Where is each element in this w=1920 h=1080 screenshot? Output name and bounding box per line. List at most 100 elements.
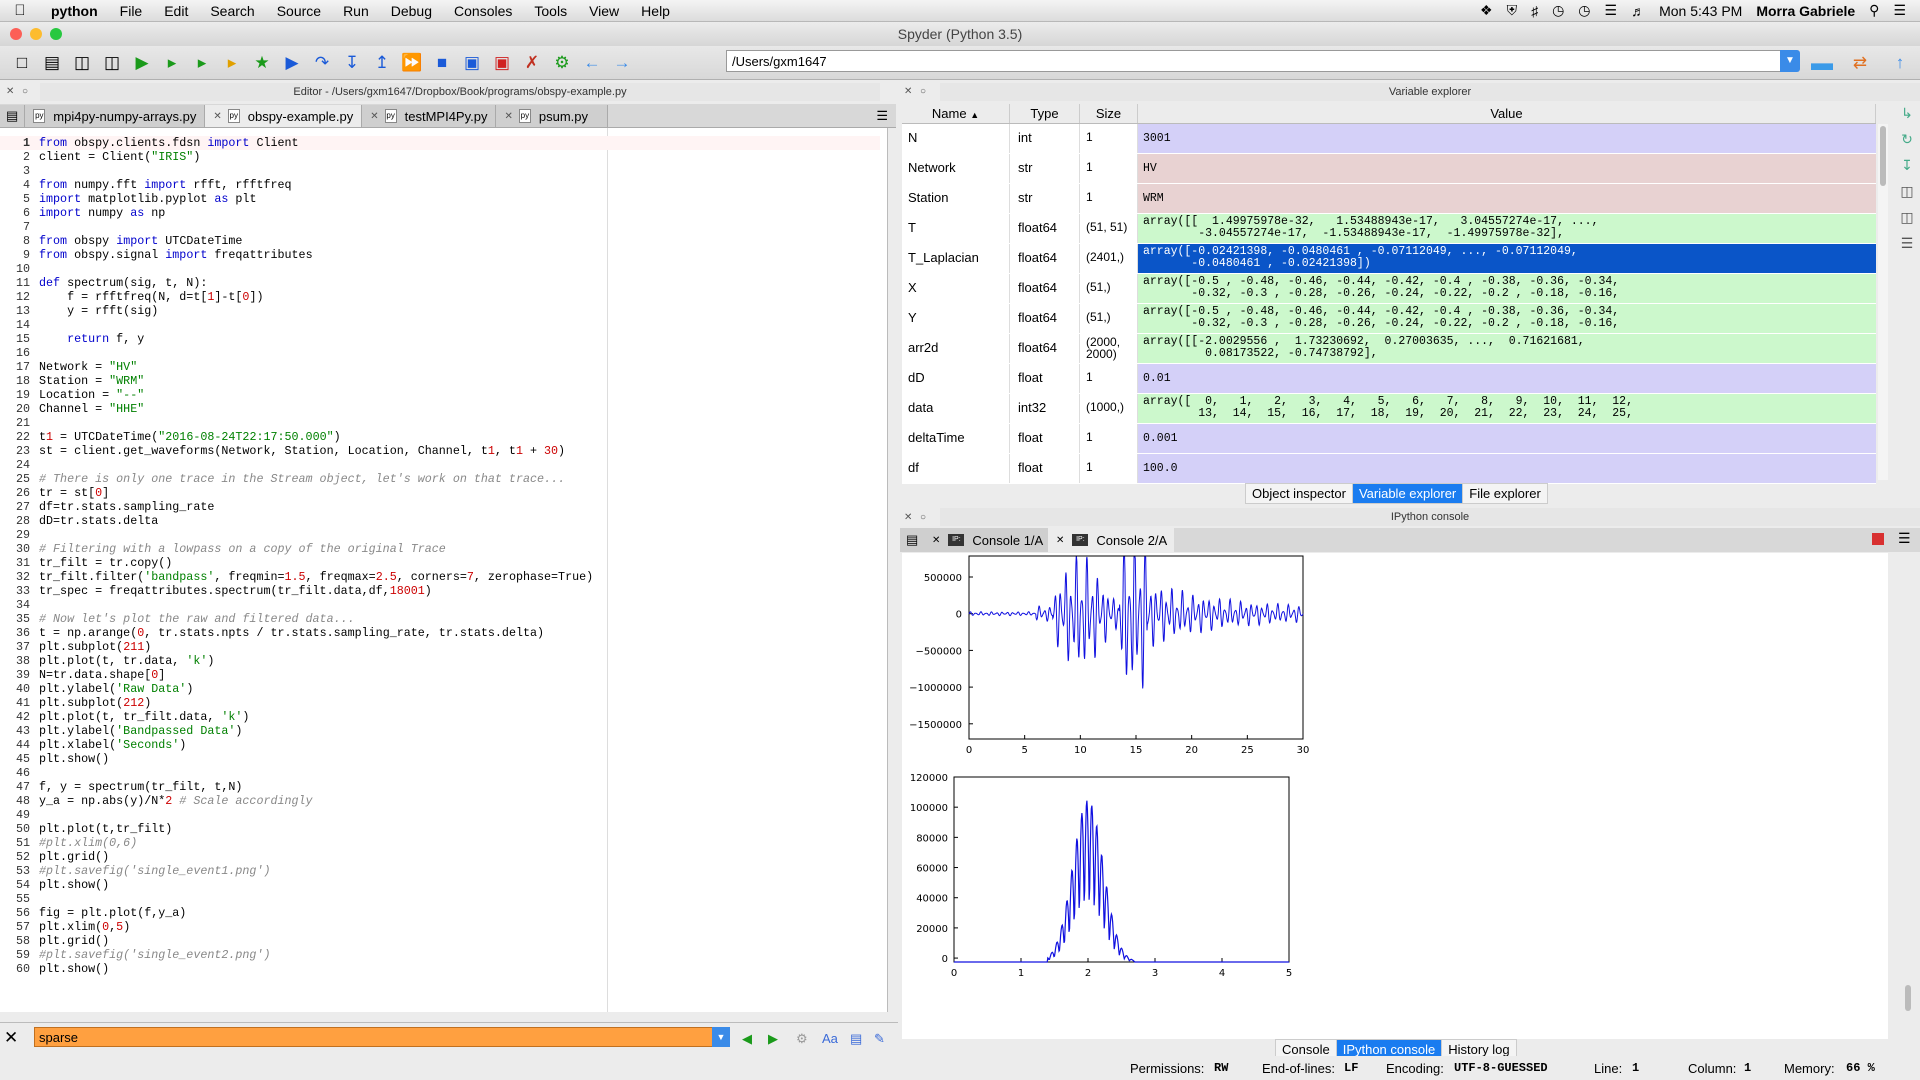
code-line[interactable]: 26 tr = st[0]: [0, 486, 109, 500]
code-line[interactable]: 53 #plt.savefig('single_event1.png'): [0, 864, 271, 878]
col-name[interactable]: Name ▲: [902, 104, 1010, 123]
tab-console-2[interactable]: ✕ IP: Console 2/A: [1048, 528, 1177, 552]
code-line[interactable]: 39 N=tr.data.shape[0]: [0, 668, 165, 682]
code-line[interactable]: 3: [0, 164, 39, 178]
tab-object-inspector[interactable]: Object inspector: [1245, 483, 1353, 504]
code-line[interactable]: 38 plt.plot(t, tr.data, 'k'): [0, 654, 214, 668]
step-icon[interactable]: ↷: [308, 50, 336, 76]
tab-variable-explorer[interactable]: Variable explorer: [1351, 483, 1464, 504]
stop-kernel-icon[interactable]: [1872, 533, 1884, 545]
run-cell-advance-icon[interactable]: ▸: [218, 50, 246, 76]
variable-row[interactable]: deltaTime float 1 0.001: [902, 424, 1876, 454]
menu-help[interactable]: Help: [630, 3, 681, 19]
run-file-icon[interactable]: ▸: [158, 50, 186, 76]
spotlight-icon[interactable]: ⚲: [1869, 2, 1879, 19]
variable-row[interactable]: Yfloat64 (51,) array([-0.5 , -0.48, -0.46,…: [902, 304, 1876, 334]
regex-icon[interactable]: ⚙: [796, 1031, 808, 1047]
import-data-icon[interactable]: ↳: [1894, 100, 1920, 126]
variable-row[interactable]: Network str 1 HV: [902, 154, 1876, 184]
code-line[interactable]: 31 tr_filt = tr.copy(): [0, 556, 172, 570]
code-line[interactable]: 29: [0, 528, 39, 542]
minimize-window-button[interactable]: [30, 28, 42, 40]
code-line[interactable]: 55: [0, 892, 39, 906]
variable-row[interactable]: Nint 1 3001: [902, 124, 1876, 154]
close-tab-icon[interactable]: ✕: [213, 111, 221, 122]
whole-word-icon[interactable]: ▤: [850, 1031, 862, 1047]
code-line[interactable]: 50 plt.plot(t,tr_filt): [0, 822, 172, 836]
close-varexp-icon[interactable]: ✕: [904, 86, 912, 97]
code-line[interactable]: 25 # There is only one trace in the Stre…: [0, 472, 565, 486]
code-line[interactable]: 33 tr_spec = freqattributes.spectrum(tr_…: [0, 584, 432, 598]
col-value[interactable]: Value: [1138, 104, 1876, 123]
variable-row[interactable]: data int32 (1000,) array([ 0, 1, 2, 3, 4, 5…: [902, 394, 1876, 424]
code-line[interactable]: 16: [0, 346, 39, 360]
back-icon[interactable]: ←: [578, 50, 606, 76]
maximize-pane-icon[interactable]: ▣: [458, 50, 486, 76]
code-line[interactable]: 12 f = rfftfreq(N, d=t[1]-t[0]): [0, 290, 264, 304]
menu-edit[interactable]: Edit: [153, 3, 199, 19]
browse-consoles-icon[interactable]: ▤: [900, 528, 926, 552]
find-next-icon[interactable]: ▶: [768, 1031, 778, 1047]
refresh-icon[interactable]: ↻: [1894, 126, 1920, 152]
preferences-icon[interactable]: ✗: [518, 50, 546, 76]
working-directory-input[interactable]: /Users/gxm1647: [726, 50, 1784, 72]
code-line[interactable]: 15 return f, y: [0, 332, 144, 346]
code-line[interactable]: 48 y_a = np.abs(y)/N*2 # Scale according…: [0, 794, 313, 808]
code-line[interactable]: 44 plt.xlabel('Seconds'): [0, 738, 186, 752]
close-console-icon[interactable]: ✕: [904, 512, 912, 523]
parent-dir-icon[interactable]: ↑: [1886, 50, 1914, 76]
code-line[interactable]: 7: [0, 220, 39, 234]
code-line[interactable]: 52 plt.grid(): [0, 850, 109, 864]
code-line[interactable]: 24: [0, 458, 39, 472]
dropbox-icon[interactable]: ❖: [1480, 2, 1493, 19]
menu-run[interactable]: Run: [332, 3, 380, 19]
forward-icon[interactable]: →: [608, 50, 636, 76]
code-line[interactable]: 59 #plt.savefig('single_event2.png'): [0, 948, 271, 962]
close-window-button[interactable]: [10, 28, 22, 40]
new-file-icon[interactable]: □: [8, 50, 36, 76]
code-line[interactable]: 28 dD=tr.stats.delta: [0, 514, 158, 528]
console-scrollbar[interactable]: [1905, 985, 1911, 1011]
highlight-icon[interactable]: ✎: [874, 1031, 885, 1047]
options-icon[interactable]: ☰: [1894, 230, 1920, 256]
code-line[interactable]: 46: [0, 766, 39, 780]
code-line[interactable]: 17 Network = "HV": [0, 360, 137, 374]
editor-options-icon[interactable]: ☰: [868, 105, 896, 127]
variable-row[interactable]: T_Laplacian float64 (2401,) array([-0.02421…: [902, 244, 1876, 274]
code-line[interactable]: 27 df=tr.stats.sampling_rate: [0, 500, 214, 514]
scroll-thumb[interactable]: [1880, 126, 1886, 186]
volume-icon[interactable]: ♬: [1631, 3, 1645, 19]
variable-row[interactable]: Xfloat64 (51,) array([-0.5 , -0.48, -0.46,…: [902, 274, 1876, 304]
code-line[interactable]: 19 Location = "--": [0, 388, 144, 402]
find-input[interactable]: sparse ▼: [34, 1027, 730, 1047]
close-tab-icon[interactable]: ✕: [504, 111, 512, 122]
code-line[interactable]: 37 plt.subplot(211): [0, 640, 151, 654]
float-console-icon[interactable]: ○: [920, 512, 926, 523]
tab-file-explorer[interactable]: File explorer: [1462, 483, 1548, 504]
run-icon[interactable]: ▶: [128, 50, 156, 76]
code-line[interactable]: 58 plt.grid(): [0, 934, 109, 948]
open-file-icon[interactable]: ▤: [38, 50, 66, 76]
variable-row[interactable]: Station str 1 WRM: [902, 184, 1876, 214]
stop-debug-icon[interactable]: ■: [428, 50, 456, 76]
code-line[interactable]: 23 st = client.get_waveforms(Network, St…: [0, 444, 565, 458]
code-line[interactable]: 14: [0, 318, 39, 332]
variable-row[interactable]: df float 1 100.0: [902, 454, 1876, 484]
python-path-icon[interactable]: ⚙: [548, 50, 576, 76]
variable-row[interactable]: arr2d float64 (2000, 2000) array([[-2.00295…: [902, 334, 1876, 364]
case-sensitive-icon[interactable]: Aa: [822, 1031, 838, 1046]
code-line[interactable]: 40 plt.ylabel('Raw Data'): [0, 682, 193, 696]
menu-consoles[interactable]: Consoles: [443, 3, 523, 19]
code-line[interactable]: 47 f, y = spectrum(tr_filt, t,N): [0, 780, 242, 794]
col-type[interactable]: Type: [1010, 104, 1080, 123]
download-icon[interactable]: ↧: [1894, 152, 1920, 178]
code-line[interactable]: 42 plt.plot(t, tr_filt.data, 'k'): [0, 710, 249, 724]
save-as-icon[interactable]: ◫: [1894, 204, 1920, 230]
close-find-icon[interactable]: ✕: [4, 1028, 18, 1048]
code-line[interactable]: 36 t = np.arange(0, tr.stats.npts / tr.s…: [0, 626, 544, 640]
col-size[interactable]: Size: [1080, 104, 1138, 123]
apple-icon[interactable]: : [0, 2, 40, 19]
code-line[interactable]: 10: [0, 262, 39, 276]
code-line[interactable]: 20 Channel = "HHE": [0, 402, 144, 416]
set-working-dir-icon[interactable]: ⇄: [1846, 50, 1874, 76]
